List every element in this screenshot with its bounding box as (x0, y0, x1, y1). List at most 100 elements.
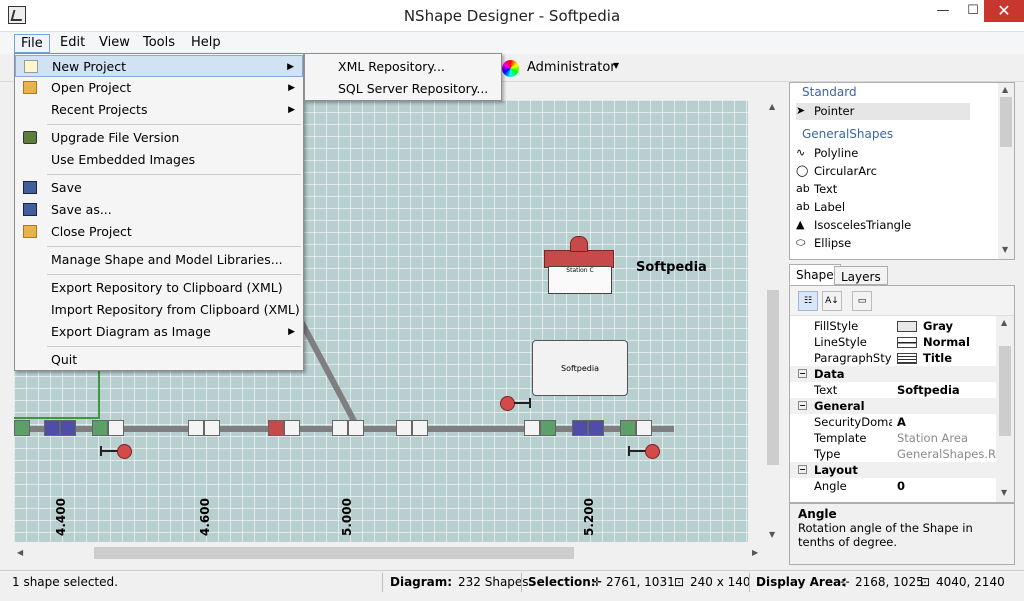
categorized-view-icon[interactable]: ☷ (798, 291, 818, 311)
track-node[interactable] (14, 420, 30, 436)
signal-light[interactable] (117, 444, 132, 459)
track-node[interactable] (588, 420, 604, 436)
track-node[interactable] (92, 420, 108, 436)
menu-tools[interactable]: Tools (137, 34, 181, 53)
track-node[interactable] (60, 420, 76, 436)
menu-item-manage-libraries[interactable]: Manage Shape and Model Libraries... (15, 249, 303, 271)
track-node[interactable] (332, 420, 348, 436)
tool-text[interactable]: ab Text (796, 181, 837, 198)
track-node[interactable] (204, 420, 220, 436)
menu-item-xml-repository[interactable]: XML Repository... (305, 56, 501, 78)
station-gable[interactable] (570, 236, 588, 252)
menu-item-save[interactable]: Save (15, 177, 303, 199)
property-value[interactable]: GeneralShapes.Rou (897, 446, 997, 462)
track-node[interactable] (44, 420, 60, 436)
tool-pointer[interactable]: ➤ Pointer (796, 103, 970, 120)
property-value[interactable]: 0 (897, 478, 997, 494)
menu-item-open-project[interactable]: Open Project ▶ (15, 77, 303, 99)
station-label[interactable]: Softpedia (636, 260, 707, 275)
menu-item-export-diagram-image[interactable]: Export Diagram as Image ▶ (15, 321, 303, 343)
scroll-up-icon[interactable]: ▲ (769, 102, 775, 111)
track-node[interactable] (524, 420, 540, 436)
property-row[interactable]: ParagraphStyle Title (790, 350, 996, 366)
scroll-thumb[interactable] (999, 346, 1011, 436)
collapse-icon[interactable]: − (798, 465, 807, 474)
tool-circulararc[interactable]: ◯ CircularArc (796, 163, 877, 180)
tab-shape[interactable]: Shape (789, 264, 841, 285)
alphabetical-sort-icon[interactable]: A↓ (822, 291, 842, 311)
track-node[interactable] (268, 420, 284, 436)
property-value[interactable]: Station Area (897, 430, 997, 446)
property-row[interactable]: Angle 0 (790, 478, 996, 494)
menu-item-new-project[interactable]: New Project ▶ (15, 55, 303, 77)
menu-item-save-as[interactable]: Save as... (15, 199, 303, 221)
collapse-icon[interactable]: − (798, 369, 807, 378)
property-row[interactable]: FillStyle Gray (790, 318, 996, 334)
track-node[interactable] (572, 420, 588, 436)
menu-help[interactable]: Help (185, 34, 227, 53)
station-building[interactable]: Station C (548, 266, 612, 294)
menu-item-sql-server-repository[interactable]: SQL Server Repository... (305, 78, 501, 100)
property-pages-icon[interactable]: ▭ (852, 291, 872, 311)
menu-item-import-repository[interactable]: Import Repository from Clipboard (XML) (15, 299, 303, 321)
scroll-up-icon[interactable]: ▲ (1002, 85, 1008, 94)
scroll-down-icon[interactable]: ▼ (1002, 245, 1008, 254)
property-category[interactable]: − Data (790, 366, 996, 382)
track-node[interactable] (348, 420, 364, 436)
track-branch[interactable] (297, 317, 358, 425)
track-node[interactable] (620, 420, 636, 436)
menu-item-use-embedded-images[interactable]: Use Embedded Images (15, 149, 303, 171)
toolbox-category-generalshapes[interactable]: GeneralShapes (802, 127, 893, 141)
scroll-thumb[interactable] (1000, 97, 1012, 147)
menu-view[interactable]: View (93, 34, 136, 53)
toolbox-category-standard[interactable]: Standard (802, 85, 857, 99)
scroll-left-icon[interactable]: ◀ (17, 548, 23, 557)
station-area-shape[interactable]: Softpedia (532, 340, 628, 396)
canvas-horizontal-scrollbar[interactable]: ◀ ▶ (14, 544, 764, 562)
property-value[interactable]: Title (897, 350, 997, 366)
property-value[interactable]: Softpedia (897, 382, 997, 398)
toolbox-scrollbar[interactable]: ▲ ▼ (998, 83, 1014, 259)
menu-item-recent-projects[interactable]: Recent Projects ▶ (15, 99, 303, 121)
property-row[interactable]: Template Station Area (790, 430, 996, 446)
menu-item-export-repository[interactable]: Export Repository to Clipboard (XML) (15, 277, 303, 299)
track-node[interactable] (284, 420, 300, 436)
menu-item-upgrade-file-version[interactable]: Upgrade File Version (15, 127, 303, 149)
canvas-vertical-scrollbar[interactable]: ▲ ▼ (764, 100, 782, 542)
scroll-down-icon[interactable]: ▼ (769, 530, 775, 539)
track-node[interactable] (540, 420, 556, 436)
close-button[interactable]: ✕ (984, 0, 1024, 22)
scroll-thumb[interactable] (767, 290, 779, 465)
property-row[interactable]: Text Softpedia (790, 382, 996, 398)
property-value[interactable]: A (897, 414, 997, 430)
property-grid-scrollbar[interactable]: ▲ ▼ (996, 316, 1014, 502)
menu-item-close-project[interactable]: Close Project (15, 221, 303, 243)
track-node[interactable] (188, 420, 204, 436)
track-node[interactable] (108, 420, 124, 436)
scroll-right-icon[interactable]: ▶ (752, 548, 758, 557)
tab-layers[interactable]: Layers (834, 266, 888, 285)
tool-label[interactable]: ab Label (796, 199, 845, 216)
menu-file[interactable]: File (14, 34, 50, 53)
tool-ellipse[interactable]: ⬭ Ellipse (796, 235, 851, 252)
signal-light[interactable] (500, 396, 515, 411)
signal-light[interactable] (645, 444, 660, 459)
track-node[interactable] (396, 420, 412, 436)
minimize-button[interactable]: — (928, 0, 958, 22)
scroll-thumb[interactable] (94, 547, 574, 559)
property-row[interactable]: Type GeneralShapes.Rou (790, 446, 997, 462)
chevron-down-icon[interactable]: ▼ (613, 61, 619, 70)
tool-polyline[interactable]: ∿ Polyline (796, 145, 858, 162)
track-node[interactable] (636, 420, 652, 436)
tool-isoscelestriangle[interactable]: ▲ IsoscelesTriangle (796, 217, 911, 234)
property-category[interactable]: − General (790, 398, 996, 414)
scroll-up-icon[interactable]: ▲ (1001, 318, 1007, 327)
track-node[interactable] (412, 420, 428, 436)
property-value[interactable]: Normal (897, 334, 997, 350)
property-category[interactable]: − Layout (790, 462, 996, 478)
collapse-icon[interactable]: − (798, 401, 807, 410)
property-value[interactable]: Gray (897, 318, 997, 334)
property-row[interactable]: LineStyle Normal (790, 334, 996, 350)
menu-edit[interactable]: Edit (54, 34, 91, 53)
scroll-down-icon[interactable]: ▼ (1001, 488, 1007, 497)
